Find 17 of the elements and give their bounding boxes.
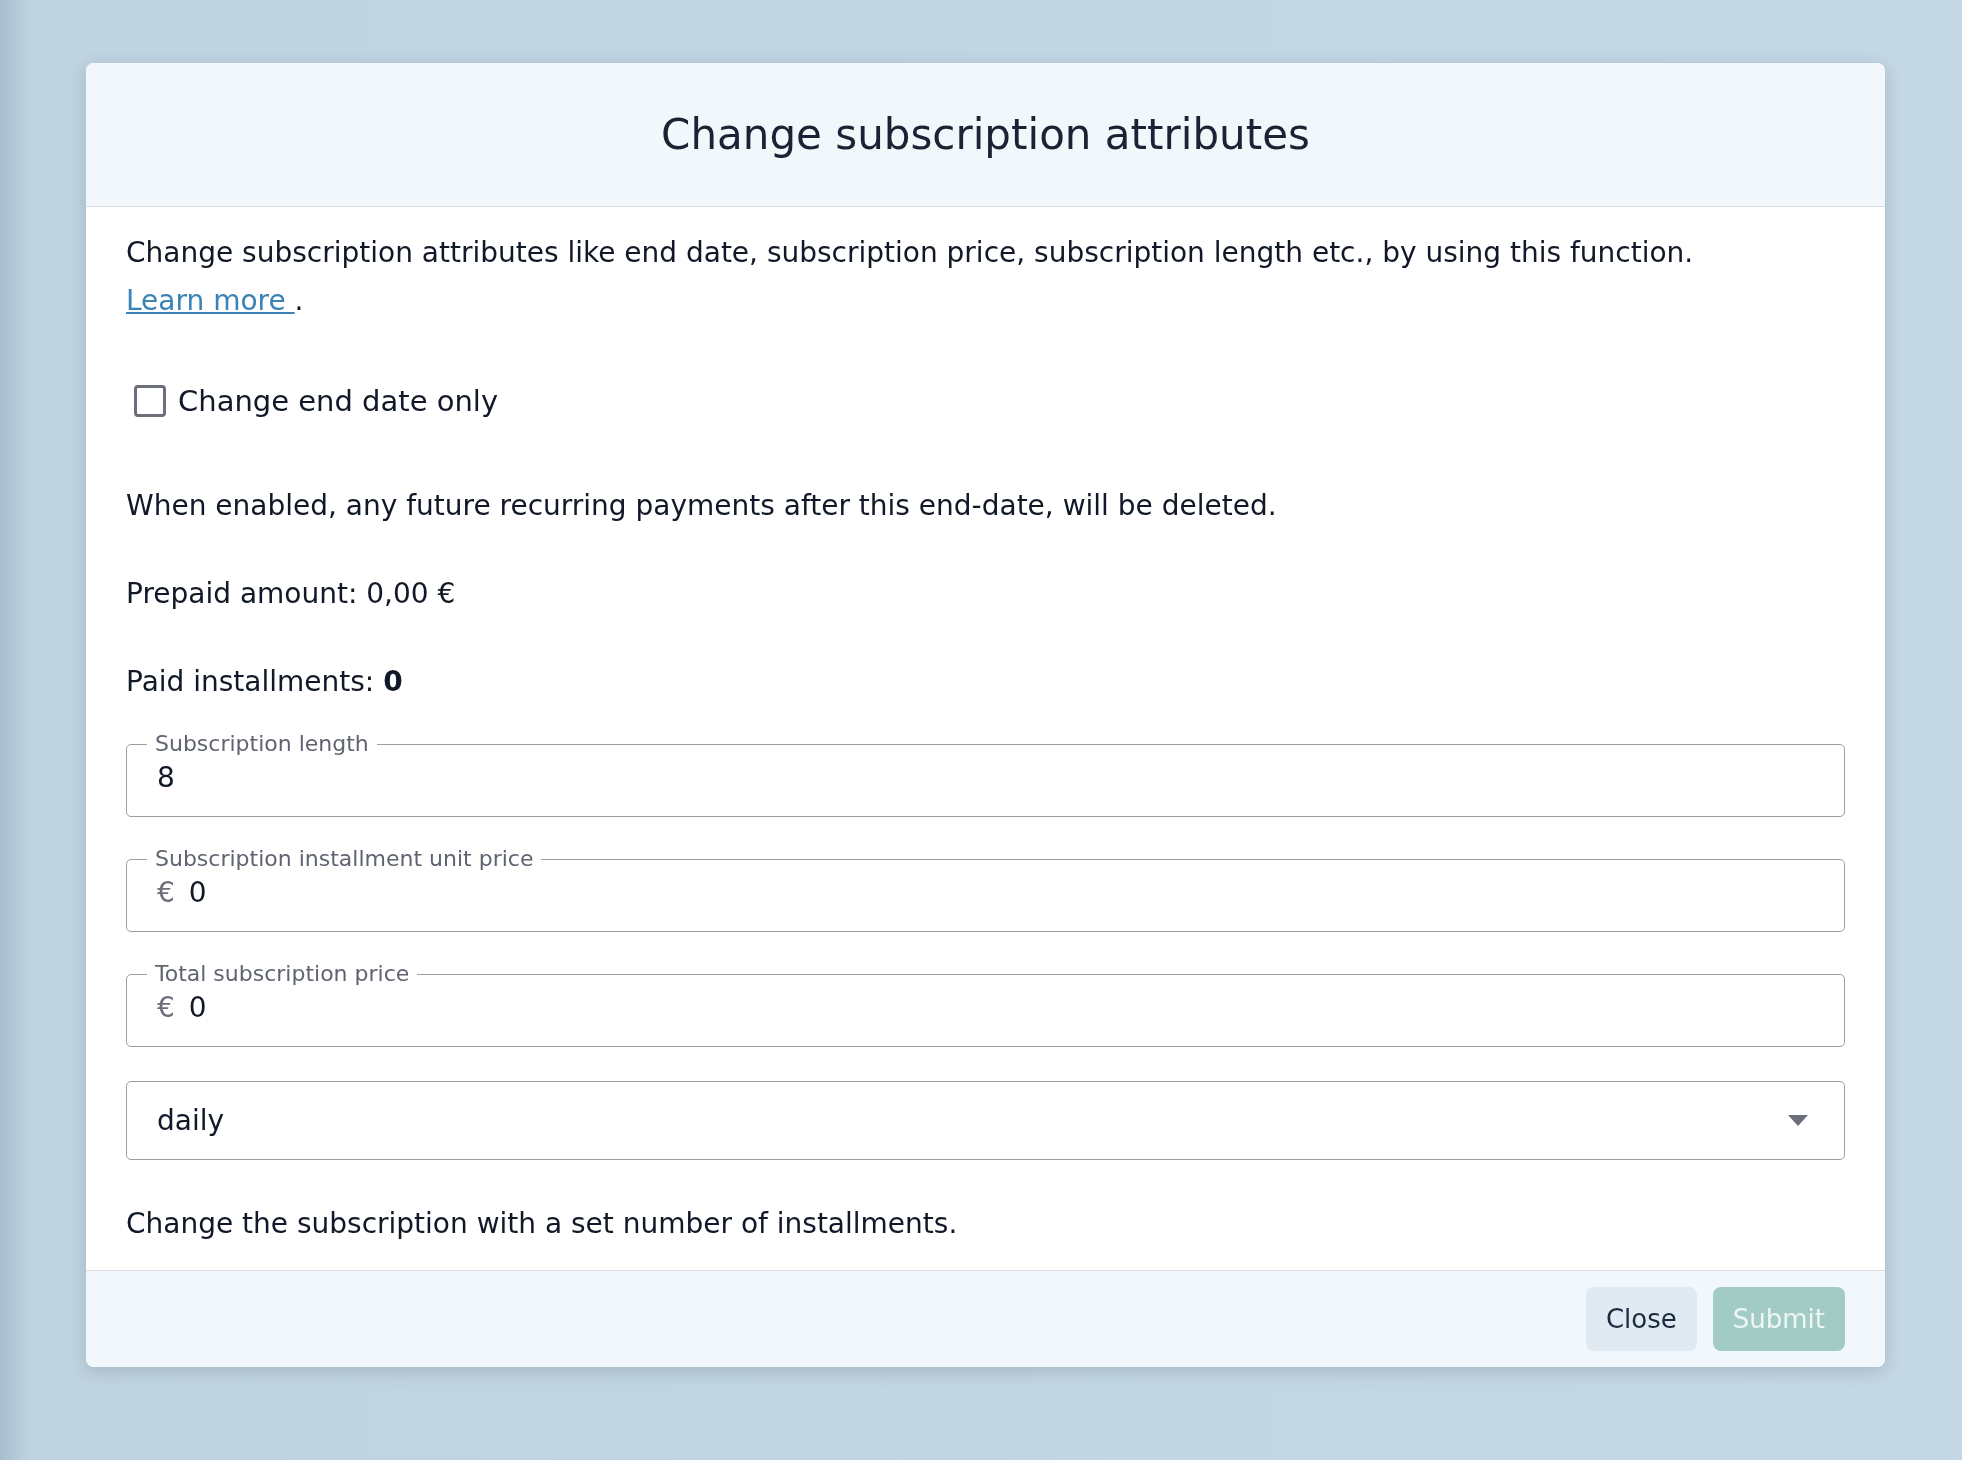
hint-text: Change the subscription with a set number of installments. xyxy=(126,1206,959,1242)
field-label: Total subscription price xyxy=(154,960,411,988)
currency-prefix: € xyxy=(157,990,175,1026)
paid-installments: Paid installments: 0 xyxy=(126,664,404,700)
note-text: When enabled, any future recurring payments after this end-date, will be deleted. xyxy=(126,488,1278,524)
select-field[interactable]: daily xyxy=(126,1081,1845,1160)
close-button[interactable]: Close xyxy=(1585,1287,1697,1351)
dialog-title: Change subscription attributes xyxy=(661,110,1310,159)
field-label: Subscription length xyxy=(154,730,370,758)
prepaid-amount: Prepaid amount: 0,00 € xyxy=(126,576,457,612)
checkbox-label: Change end date only xyxy=(178,384,499,418)
caret-icon xyxy=(1788,1114,1808,1127)
checkbox[interactable] xyxy=(134,385,166,417)
field-label: Subscription installment unit price xyxy=(154,845,535,873)
description: Change subscription attributes like end date, subscription price, subscription length etc., by using this function. Learn more . xyxy=(126,235,1695,319)
learn-more-link[interactable]: Learn more xyxy=(126,284,295,317)
currency-prefix: € xyxy=(157,875,175,911)
